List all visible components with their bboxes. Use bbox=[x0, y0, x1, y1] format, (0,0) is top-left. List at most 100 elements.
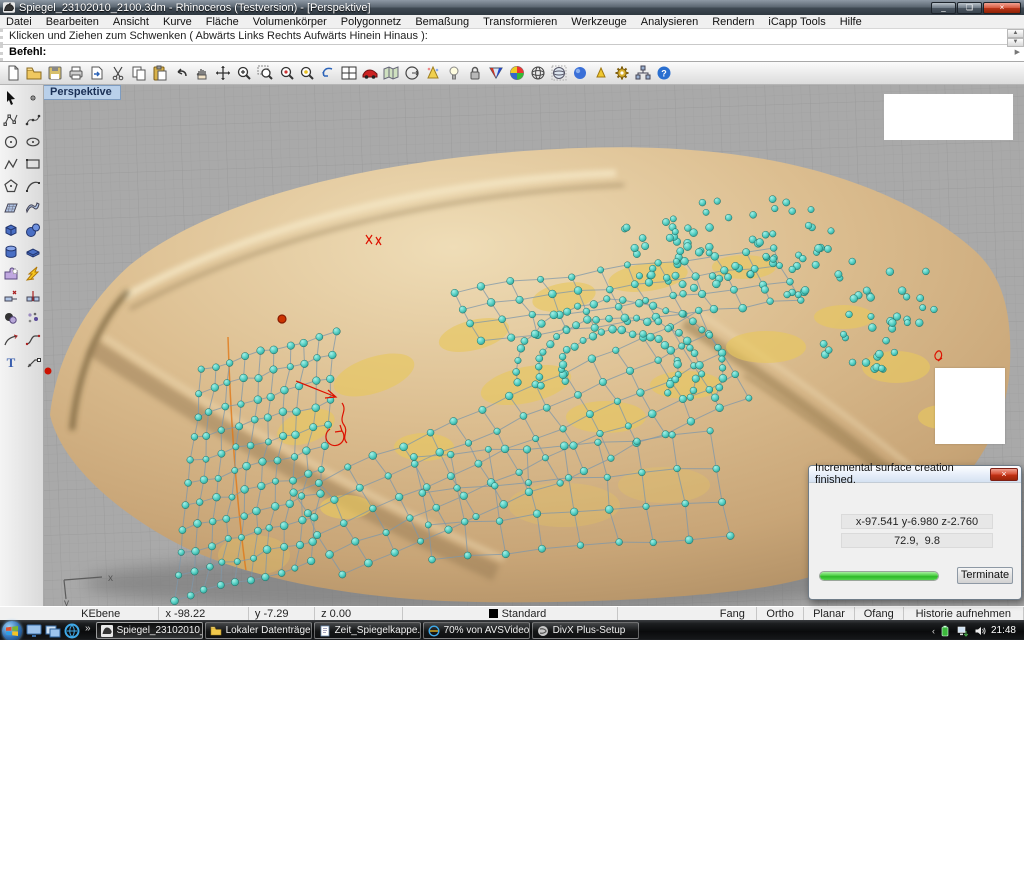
pan-hand-icon[interactable] bbox=[192, 63, 212, 83]
curved-surface-icon[interactable] bbox=[23, 198, 43, 218]
viewport-layout-icon[interactable] bbox=[339, 63, 359, 83]
menu-volumenkoerper[interactable]: Volumenkörper bbox=[253, 16, 327, 28]
sphere-icon[interactable] bbox=[23, 220, 43, 240]
fillet-icon[interactable] bbox=[1, 308, 21, 328]
slab-icon[interactable] bbox=[23, 242, 43, 262]
shaded-sphere-icon[interactable] bbox=[570, 63, 590, 83]
paste-icon[interactable] bbox=[150, 63, 170, 83]
rectangle-icon[interactable] bbox=[23, 154, 43, 174]
curve-blend-icon[interactable] bbox=[23, 330, 43, 350]
copy-icon[interactable] bbox=[129, 63, 149, 83]
text-icon[interactable]: T bbox=[1, 352, 21, 372]
point-cloud-icon[interactable] bbox=[23, 308, 43, 328]
ghosted-sphere-icon[interactable] bbox=[549, 63, 569, 83]
point-icon[interactable] bbox=[23, 88, 43, 108]
taskbar-task-explorer[interactable]: Lokaler Datenträger ... bbox=[205, 622, 312, 639]
cylinder-icon[interactable] bbox=[1, 242, 21, 262]
map-icon[interactable] bbox=[381, 63, 401, 83]
taskbar-clock[interactable]: 21:48 bbox=[991, 625, 1016, 636]
polyline-icon[interactable] bbox=[1, 154, 21, 174]
gear-icon[interactable] bbox=[612, 63, 632, 83]
menu-analysieren[interactable]: Analysieren bbox=[641, 16, 698, 28]
menu-icapp-tools[interactable]: iCapp Tools bbox=[768, 16, 825, 28]
rotate-view-icon[interactable] bbox=[213, 63, 233, 83]
save-icon[interactable] bbox=[45, 63, 65, 83]
taskbar-task-rhino[interactable]: Spiegel_23102010_2... bbox=[96, 622, 203, 639]
close-button[interactable]: × bbox=[983, 2, 1021, 14]
interp-curve-icon[interactable] bbox=[23, 110, 43, 130]
surface-icon[interactable] bbox=[1, 198, 21, 218]
menu-hilfe[interactable]: Hilfe bbox=[840, 16, 862, 28]
minimize-button[interactable]: _ bbox=[931, 2, 956, 14]
car-icon[interactable] bbox=[360, 63, 380, 83]
pointer-icon[interactable] bbox=[1, 88, 21, 108]
undo-icon[interactable] bbox=[171, 63, 191, 83]
zoom-in-icon[interactable] bbox=[234, 63, 254, 83]
status-toggle-fang[interactable]: Fang bbox=[708, 607, 757, 620]
taskbar-task-divx[interactable]: DivX Plus-Setup bbox=[532, 622, 639, 639]
cone-points-icon[interactable] bbox=[423, 63, 443, 83]
zoom-target-icon[interactable] bbox=[297, 63, 317, 83]
cut-icon[interactable] bbox=[108, 63, 128, 83]
status-toggle-ofang[interactable]: Ofang bbox=[855, 607, 904, 620]
menu-polygonnetz[interactable]: Polygonnetz bbox=[341, 16, 402, 28]
wireframe-sphere-icon[interactable] bbox=[528, 63, 548, 83]
export-icon[interactable] bbox=[87, 63, 107, 83]
status-toggle-planar[interactable]: Planar bbox=[804, 607, 855, 620]
menu-bemassung[interactable]: Bemaßung bbox=[415, 16, 469, 28]
tray-expand-icon[interactable]: ‹ bbox=[932, 626, 935, 636]
menu-bearbeiten[interactable]: Bearbeiten bbox=[46, 16, 99, 28]
boolean-icon[interactable] bbox=[1, 264, 21, 284]
new-file-icon[interactable] bbox=[3, 63, 23, 83]
status-record-history[interactable]: Historie aufnehmen bbox=[904, 607, 1024, 620]
command-scrollbar[interactable]: ▲▼ bbox=[1007, 29, 1024, 45]
curve-fillet-icon[interactable] bbox=[1, 330, 21, 350]
battery-icon[interactable] bbox=[940, 625, 952, 637]
internet-explorer-icon[interactable] bbox=[64, 623, 80, 639]
terminate-button[interactable]: Terminate bbox=[957, 567, 1013, 584]
zoom-dynamic-icon[interactable] bbox=[276, 63, 296, 83]
menu-flaeche[interactable]: Fläche bbox=[206, 16, 239, 28]
network-icon[interactable] bbox=[957, 625, 969, 637]
status-layer[interactable]: Standard bbox=[483, 607, 619, 620]
circle-icon[interactable] bbox=[1, 132, 21, 152]
quick-launch-overflow[interactable]: » bbox=[85, 623, 91, 634]
scroll-down-icon[interactable]: ▼ bbox=[1007, 38, 1024, 47]
polygon-icon[interactable] bbox=[1, 176, 21, 196]
box-icon[interactable] bbox=[1, 220, 21, 240]
menu-kurve[interactable]: Kurve bbox=[163, 16, 192, 28]
viewport-tab-perspektive[interactable]: Perspektive bbox=[44, 85, 121, 100]
show-desktop-icon[interactable] bbox=[26, 623, 42, 639]
explode-icon[interactable] bbox=[23, 264, 43, 284]
split-icon[interactable] bbox=[23, 286, 43, 306]
control-curve-icon[interactable] bbox=[1, 110, 21, 130]
command-expand-icon[interactable]: ▶ bbox=[1015, 48, 1020, 56]
arc-icon[interactable] bbox=[23, 176, 43, 196]
color-wheel-icon[interactable] bbox=[507, 63, 527, 83]
restore-button[interactable]: ❏ bbox=[957, 2, 982, 14]
menu-rendern[interactable]: Rendern bbox=[712, 16, 754, 28]
dialog-close-button[interactable]: × bbox=[990, 468, 1018, 481]
cone-icon[interactable] bbox=[591, 63, 611, 83]
structure-tree-icon[interactable] bbox=[633, 63, 653, 83]
menu-datei[interactable]: Datei bbox=[6, 16, 32, 28]
menu-ansicht[interactable]: Ansicht bbox=[113, 16, 149, 28]
start-button[interactable] bbox=[2, 621, 22, 641]
command-history-line[interactable]: Klicken und Ziehen zum Schwenken ( Abwär… bbox=[0, 29, 1024, 45]
taskbar-task-notepad[interactable]: Zeit_Spiegelkappe.tx... bbox=[314, 622, 421, 639]
print-icon[interactable] bbox=[66, 63, 86, 83]
scroll-up-icon[interactable]: ▲ bbox=[1007, 29, 1024, 38]
menu-transformieren[interactable]: Transformieren bbox=[483, 16, 557, 28]
command-prompt-line[interactable]: Befehl: bbox=[0, 45, 1024, 61]
speaker-icon[interactable] bbox=[974, 625, 986, 637]
lock-icon[interactable] bbox=[465, 63, 485, 83]
status-toggle-ortho[interactable]: Ortho bbox=[757, 607, 804, 620]
help-icon[interactable]: ? bbox=[654, 63, 674, 83]
view-undo-icon[interactable] bbox=[318, 63, 338, 83]
dialog-title-bar[interactable]: Incremental surface creation finished. × bbox=[809, 466, 1021, 483]
render-icon[interactable] bbox=[486, 63, 506, 83]
leader-icon[interactable] bbox=[23, 352, 43, 372]
window-switcher-icon[interactable] bbox=[45, 623, 61, 639]
open-file-icon[interactable] bbox=[24, 63, 44, 83]
menu-werkzeuge[interactable]: Werkzeuge bbox=[571, 16, 626, 28]
